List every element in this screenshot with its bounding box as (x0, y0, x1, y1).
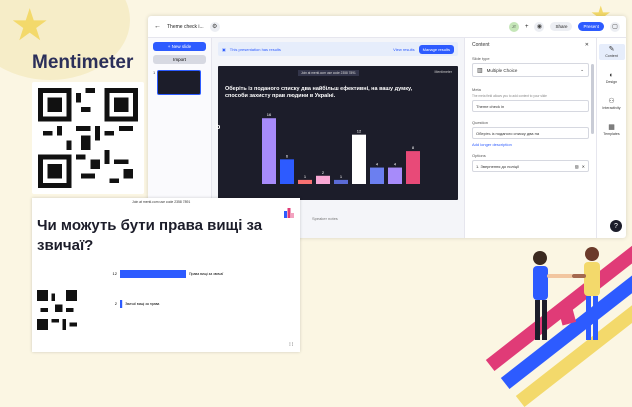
option-input[interactable]: 1. Звернення до поліції ▨ ✕ (472, 160, 589, 172)
chart-bar (370, 167, 384, 184)
chart-bar (280, 159, 294, 184)
presentation-title[interactable]: Theme check i... (167, 24, 204, 30)
slide-thumbnail[interactable]: 1 (153, 70, 206, 95)
second-slide: Join at menti.com use code 2358 7891 Чи … (32, 198, 300, 352)
more-icon[interactable]: ▢ (610, 21, 620, 32)
bar-count: 12 (113, 271, 118, 276)
bar-chart-icon: ▥ (477, 67, 483, 74)
arrow-left-icon[interactable]: ← (154, 23, 161, 30)
tab-label: Templates (603, 132, 620, 136)
brand-name: Mentimeter (32, 52, 134, 73)
chart-bar-value: 4 (394, 162, 397, 167)
new-slide-button[interactable]: + New slide (153, 42, 206, 51)
tab-interactivity[interactable]: ⚇ Interactivity (599, 96, 625, 112)
tab-templates[interactable]: ▦ Templates (599, 122, 625, 138)
chart-bar (262, 118, 276, 184)
bar-label: Звичаї вищі за права (125, 302, 159, 306)
meta-label: Meta (472, 87, 481, 92)
chart-bar (316, 175, 330, 184)
chart-bar (406, 151, 420, 184)
avatar[interactable]: JT (508, 21, 519, 32)
chart-bar (388, 167, 402, 184)
chart-bar-value: 1 (340, 174, 343, 179)
tab-design[interactable]: ◐ Design (599, 70, 625, 86)
tab-content[interactable]: ✎ Content (598, 44, 625, 60)
add-collaborator-button[interactable]: + (525, 24, 529, 30)
slide-thumbnail-preview (157, 70, 202, 95)
chart-bar-value: 6 (286, 153, 289, 158)
content-panel-title: Content (472, 42, 490, 48)
present-button[interactable]: Present (578, 22, 604, 31)
results-message: This presentation has results (229, 46, 281, 52)
slide-type-select[interactable]: ▥ Multiple Choice ⌄ (472, 63, 589, 77)
palette-icon: ◐ (609, 72, 614, 79)
question-input[interactable]: Оберіть із поданого списку два на (472, 127, 589, 139)
options-label: Options (472, 153, 486, 158)
slide-preview[interactable]: Join at menti.com use code 2358 7891 Men… (216, 66, 458, 200)
share-button[interactable]: Share (550, 22, 573, 31)
speaker-notes-label[interactable]: Speaker notes (312, 216, 338, 221)
chart-bar-value: 1 (304, 174, 307, 179)
user-icon: ⚇ (608, 98, 615, 105)
chart-bar (334, 179, 348, 184)
close-icon[interactable]: ✕ (585, 42, 589, 48)
horizontal-bar (120, 270, 186, 278)
qr-code-small (37, 290, 77, 330)
slide-number: 1 (153, 70, 156, 75)
view-results-link[interactable]: View results (393, 47, 415, 52)
chart-bar-value: 2 (322, 170, 325, 175)
slide-controls-icon[interactable]: ⁞⁞ (289, 342, 294, 348)
content-panel: Content ✕ Slide type ▥ Multiple Choice ⌄… (464, 38, 596, 238)
handshake-illustration (533, 247, 600, 340)
settings-icon[interactable]: ⚙ (209, 21, 220, 32)
side-tabs: ✎ Content ◐ Design ⚇ Interactivity ▦ Tem… (596, 38, 626, 238)
panel-scrollbar[interactable] (591, 64, 594, 134)
slide-type-label: Slide type (472, 56, 490, 61)
meta-input[interactable]: Theme check in (472, 100, 589, 112)
option-value: 1. Звернення до поліції (476, 163, 520, 169)
slide-watermark: b (216, 124, 221, 131)
eye-icon[interactable]: ◉ (534, 21, 545, 32)
chart-bar (352, 134, 366, 184)
results-banner: ▣ This presentation has results View res… (218, 42, 458, 56)
chevron-down-icon: ⌄ (580, 67, 584, 72)
horizontal-bar (120, 300, 123, 308)
chart-bar-value: 12 (357, 129, 362, 134)
chart-bar-value: 16 (267, 112, 272, 117)
chart-bar-value: 4 (376, 162, 379, 167)
results-icon: ▣ (222, 46, 226, 52)
bar-count: 2 (115, 301, 118, 306)
content-panel-header: Content ✕ (472, 42, 589, 48)
chart-bar-value: 8 (412, 145, 415, 150)
slide-type-value: Multiple Choice (486, 67, 518, 73)
chart-bar (298, 179, 312, 184)
add-longer-description-link[interactable]: Add longer description (472, 142, 589, 147)
help-button[interactable]: ? (610, 220, 622, 232)
remove-option-icon[interactable]: ✕ (582, 164, 585, 169)
top-bar: ← Theme check i... ⚙ JT + ◉ Share Presen… (148, 16, 626, 38)
bar-label: Права вищі за звичаї (189, 272, 223, 276)
grid-icon: ▦ (608, 124, 615, 131)
tab-label: Content (605, 54, 618, 58)
pencil-icon: ✎ (608, 46, 615, 53)
import-button[interactable]: Import (153, 55, 206, 64)
image-icon[interactable]: ▨ (575, 164, 579, 169)
meta-help-text: The meta field allows you to add context… (472, 94, 547, 98)
star-decoration: ★ (10, 1, 50, 50)
manage-results-button[interactable]: Manage results (418, 44, 454, 54)
question-label: Question (472, 120, 489, 125)
qr-code (32, 82, 144, 194)
tab-label: Design (605, 80, 618, 84)
tab-label: Interactivity (602, 106, 621, 110)
results-chart: 166121124 48 (262, 112, 420, 184)
